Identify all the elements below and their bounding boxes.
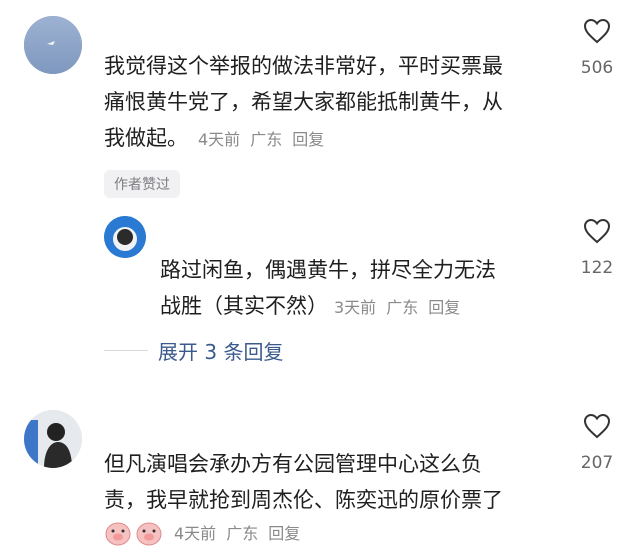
comment-meta: 3天前 广东 回复 [334, 298, 470, 317]
reply-button[interactable]: 回复 [268, 524, 300, 543]
like-count: 207 [580, 453, 614, 473]
avatar-image [104, 216, 146, 258]
comment-time: 4天前 [198, 130, 241, 149]
comment-line: 我觉得这个举报的做法非常好，平时买票最 [104, 54, 503, 78]
reply-button[interactable]: 回复 [292, 130, 324, 149]
like-count: 506 [580, 58, 614, 78]
heart-icon [583, 218, 611, 244]
comment-location: 广东 [226, 524, 259, 543]
comment-location: 广东 [386, 298, 419, 317]
pig-sticker-icon [136, 522, 162, 546]
comment-meta: 4天前 广东 回复 [198, 130, 334, 149]
comment-body: 但凡演唱会承办方有公园管理中心这么负 责，我早就抢到周杰伦、陈奕迅的原价票了 [104, 446, 564, 518]
divider [104, 350, 148, 351]
avatar-image [24, 410, 82, 468]
heart-icon [583, 413, 611, 439]
expand-replies[interactable]: 展开 3 条回复 [104, 336, 283, 365]
comment-line: 但凡演唱会承办方有公园管理中心这么负 [104, 452, 482, 476]
reply-button[interactable]: 回复 [428, 298, 460, 317]
like-button[interactable]: 207 [567, 413, 627, 473]
comment-body: 我觉得这个举报的做法非常好，平时买票最 痛恨黄牛党了，希望大家都能抵制黄牛，从 … [104, 48, 564, 158]
avatar[interactable] [24, 410, 82, 468]
comment-line: 战胜（其实不然） [160, 294, 328, 318]
comment-line: 责，我早就抢到周杰伦、陈奕迅的原价票了 [104, 488, 503, 512]
comment-location: 广东 [250, 130, 283, 149]
avatar[interactable] [104, 216, 146, 258]
like-button[interactable]: 506 [567, 18, 627, 78]
comment-footer: 4天前 广东 回复 [104, 518, 310, 546]
author-liked-badge: 作者赞过 [104, 170, 180, 198]
like-count: 122 [580, 258, 614, 278]
heart-icon [583, 18, 611, 44]
avatar[interactable] [24, 16, 82, 74]
expand-replies-label[interactable]: 展开 3 条回复 [158, 336, 283, 365]
pig-sticker-icon [105, 522, 131, 546]
comment-line: 路过闲鱼，偶遇黄牛，拼尽全力无法 [160, 258, 496, 282]
comment-time: 3天前 [334, 298, 377, 317]
comment-body: 路过闲鱼，偶遇黄牛，拼尽全力无法 战胜（其实不然） 3天前 广东 回复 [160, 252, 560, 326]
like-button[interactable]: 122 [567, 218, 627, 278]
comment-meta: 4天前 广东 回复 [174, 520, 310, 544]
avatar-image [24, 16, 82, 74]
comment-line: 我做起。 [104, 126, 188, 150]
comment-time: 4天前 [174, 524, 217, 543]
comment-line: 痛恨黄牛党了，希望大家都能抵制黄牛，从 [104, 90, 503, 114]
